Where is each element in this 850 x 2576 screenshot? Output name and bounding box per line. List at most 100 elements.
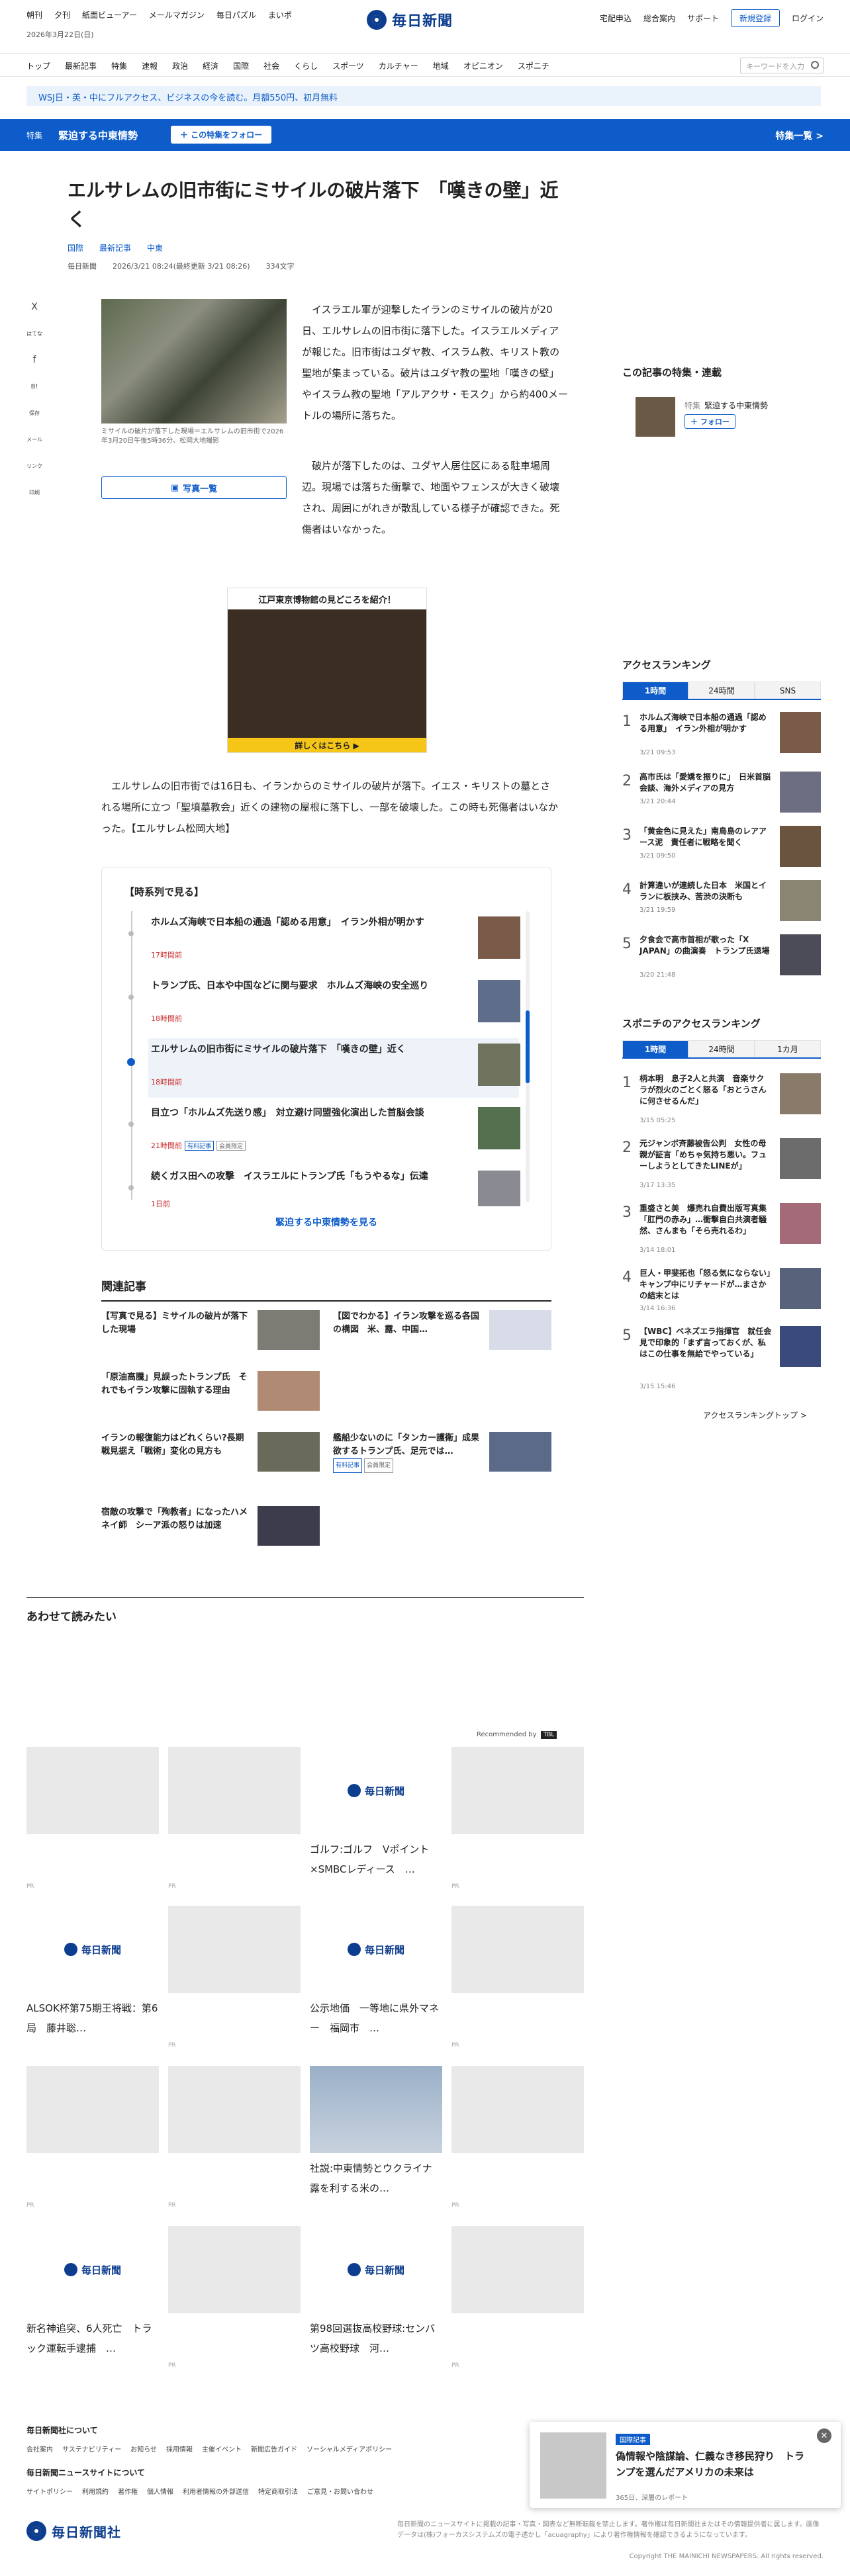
footer-link[interactable]: 著作権 [118,2486,138,2496]
tag-mideast[interactable]: 中東 [147,242,163,253]
tab-sponichi-1h[interactable]: 1時間 [622,1040,688,1057]
timeline-scrollbar[interactable] [526,911,530,1202]
rec-card[interactable]: PR [168,1906,301,2049]
link-icon[interactable]: リンク [26,458,42,474]
sponichi-item[interactable]: 1 柄本明 息子2人と共演 音楽サクラが烈火のごとく怒る「おとうさんに何させるんだ… [622,1073,821,1124]
tab-sponichi-1m[interactable]: 1カ月 [755,1040,821,1057]
link-morning[interactable]: 朝刊 [26,9,42,21]
rec-card[interactable]: PR [451,1906,584,2049]
login-button[interactable]: ログイン [792,13,824,24]
related-item[interactable]: 【写真で見る】ミサイルの破片が落下した現場 [101,1310,320,1356]
sponichi-item[interactable]: 2 元ジャンボ斉藤被告公判 女性の母親が証言「めちゃ気持ち悪い。フューしようとして… [622,1138,821,1189]
gnav-opinion[interactable]: オピニオン [463,60,503,71]
rec-card[interactable]: PR [26,1747,159,1890]
related-item[interactable]: 【図でわかる】イラン攻撃を巡る各国の構図 米、露、中国… [333,1310,551,1356]
footer-link[interactable]: サイトポリシー [26,2486,73,2496]
footer-link[interactable]: 主催イベント [202,2444,242,2454]
sidebar-follow-button[interactable]: ＋ フォロー [685,414,735,429]
rec-card[interactable]: PR [168,2066,301,2209]
timeline-scroll-thumb[interactable] [526,1010,530,1083]
ranking-more-link[interactable]: アクセスランキングトップ > [703,1409,807,1421]
tag-latest[interactable]: 最新記事 [99,242,131,253]
link-mail[interactable]: メールマガジン [149,9,205,21]
footer-link[interactable]: 利用規約 [82,2486,109,2496]
bookmark-share-icon[interactable]: B! [26,378,42,394]
link-evening[interactable]: 夕刊 [54,9,70,21]
facebook-share-icon[interactable]: f [26,352,42,368]
footer-link[interactable]: お知らせ [130,2444,157,2454]
footer-link[interactable]: 個人情報 [147,2486,173,2496]
rec-card[interactable]: 毎日新聞 第98回選抜高校野球:センバツ高校野球 河… [310,2226,442,2358]
ranking-item[interactable]: 5 夕食会で高市首相が歌った「X JAPAN」の曲演奏 トランプ氏退場 3/20 2… [622,934,821,982]
link-maipo[interactable]: まいポ [268,9,292,21]
footer-link[interactable]: 新聞広告ガイド [251,2444,297,2454]
footer-link[interactable]: サステナビリティー [62,2444,121,2454]
rec-card[interactable]: 毎日新聞 新名神追突、6人死亡 トラック運転手逮捕 … [26,2226,159,2358]
footer-link[interactable]: 採用情報 [166,2444,193,2454]
related-item[interactable]: イランの報復能力はどれくらい?長期戦見据え「戦術」変化の見方も [101,1432,320,1478]
promo-popup[interactable]: 国際記事 偽情報や陰謀論、仁義なき移民狩り トランプを選んだアメリカの未来は 3… [530,2422,841,2508]
search-icon[interactable] [811,61,819,69]
gnav-flash[interactable]: 速報 [142,60,158,71]
footer-link[interactable]: 利用者情報の外部送信 [183,2486,249,2496]
site-logo[interactable]: 毎日新聞 [367,7,486,33]
rec-card[interactable]: 毎日新聞 ALSOK杯第75期王将戦：第6局 藤井聡… [26,1906,159,2038]
gnav-culture[interactable]: カルチャー [379,60,418,71]
print-icon[interactable]: 印刷 [26,484,42,500]
gnav-sponichi[interactable]: スポニチ [518,60,549,71]
ranking-item[interactable]: 2 高市氏は「愛嬌を振りに」 日米首脳会談、海外メディアの見方 3/21 20:44 [622,772,821,819]
tab-ranking-sns[interactable]: SNS [755,682,821,699]
advertisement[interactable]: 江戸東京博物館の見どころを紹介！ 詳しくはこちら ▶ [227,588,427,753]
tag-world[interactable]: 国際 [68,242,83,253]
feature-follow-button[interactable]: ＋ この特集をフォロー [171,126,272,144]
gnav-region[interactable]: 地域 [433,60,449,71]
photo-list-button[interactable]: ▣ 写真一覧 [101,476,287,499]
ranking-item[interactable]: 1 ホルムズ海峡で日本船の通過「認める用意」 イラン外相が明かす 3/21 09:5… [622,712,821,760]
gnav-sports[interactable]: スポーツ [332,60,364,71]
hatena-share-icon[interactable]: はてな [26,326,42,341]
link-support[interactable]: サポート [687,13,719,24]
footer-link[interactable]: 会社案内 [26,2444,53,2454]
gnav-feature[interactable]: 特集 [111,60,127,71]
related-item[interactable]: 「原油高騰」見誤ったトランプ氏 それでもイラン攻撃に固執する理由 [101,1371,320,1417]
x-share-icon[interactable]: X [26,299,42,315]
link-puzzle[interactable]: 毎日パズル [216,9,256,21]
mail-icon[interactable]: メール [26,431,42,447]
ranking-item[interactable]: 4 計算違いが連続した日本 米国とイランに板挟み、苦渋の決断も 3/21 19:59 [622,880,821,928]
footer-link[interactable]: ご意見・お問い合わせ [307,2486,373,2496]
promo-banner[interactable]: WSJ日・英・中にフルアクセス、ビジネスの今を読む。月額550円、初月無料 [26,86,821,106]
timeline-item-current[interactable]: エルサレムの旧市街にミサイルの破片落下 「嘆きの壁」近く 18時間前 [127,1038,520,1098]
related-item[interactable]: 艦船少ないのに「タンカー護衛」成果欲するトランプ氏、足元では… 有料記事 会員限定 [333,1432,551,1478]
sidebar-feature-card[interactable]: 特集 緊迫する中東情勢 ＋ フォロー [622,390,821,443]
gnav-politics[interactable]: 政治 [172,60,188,71]
register-button[interactable]: 新規登録 [730,9,780,27]
close-icon[interactable]: ✕ [817,2428,831,2443]
article-photo[interactable] [101,299,287,423]
timeline-item[interactable]: 目立つ「ホルムズ先送り感」 対立避け同盟強化演出した首脳会談 21時間前 有料記事… [128,1102,520,1161]
related-item[interactable]: 宿敵の攻撃で「殉教者」になったハメネイ師 シーア派の怒りは加速 [101,1506,320,1552]
rec-card[interactable]: 毎日新聞 公示地価 一等地に県外マネー 福岡市 … [310,1906,442,2038]
tab-ranking-24h[interactable]: 24時間 [688,682,755,699]
sponichi-item[interactable]: 5 【WBC】ベネズエラ指揮官 就任会見で印象的「まず言っておくが、私はこの仕事を… [622,1326,821,1390]
link-delivery[interactable]: 宅配申込 [600,13,632,24]
gnav-top[interactable]: トップ [26,60,50,71]
save-icon[interactable]: 保存 [26,405,42,421]
feature-list-link[interactable]: 特集一覧 > [775,129,824,142]
rec-card[interactable]: PR [451,2066,584,2209]
sponichi-item[interactable]: 4 巨人・甲斐拓也「怒る気にならない」キャンプ中にリチャードが…まさかの結末とは 3… [622,1268,821,1315]
gnav-life[interactable]: くらし [294,60,318,71]
gnav-latest[interactable]: 最新記事 [65,60,97,71]
timeline-item[interactable]: ホルムズ海峡で日本船の通過「認める用意」 イラン外相が明かす 17時間前 [128,911,520,971]
timeline-item[interactable]: トランプ氏、日本や中国などに関与要求 ホルムズ海峡の安全巡り 18時間前 [128,975,520,1034]
gnav-economy[interactable]: 経済 [203,60,218,71]
rec-card[interactable]: PR [168,1747,301,1890]
rec-card[interactable]: PR [26,2066,159,2209]
tab-sponichi-24h[interactable]: 24時間 [688,1040,755,1057]
gnav-world[interactable]: 国際 [233,60,249,71]
rec-card[interactable]: PR [451,2226,584,2369]
link-info[interactable]: 総合案内 [643,13,675,24]
rec-card[interactable]: PR [168,2226,301,2369]
timeline-item[interactable]: 続くガス田への攻撃 イスラエルにトランプ氏「もうやるな」伝達 1日前 [128,1165,520,1208]
ranking-item[interactable]: 3 「黄金色に見えた」南鳥島のレアアース泥 責任者に戦略を聞く 3/21 09:50 [622,826,821,873]
tab-ranking-1h[interactable]: 1時間 [622,682,688,699]
